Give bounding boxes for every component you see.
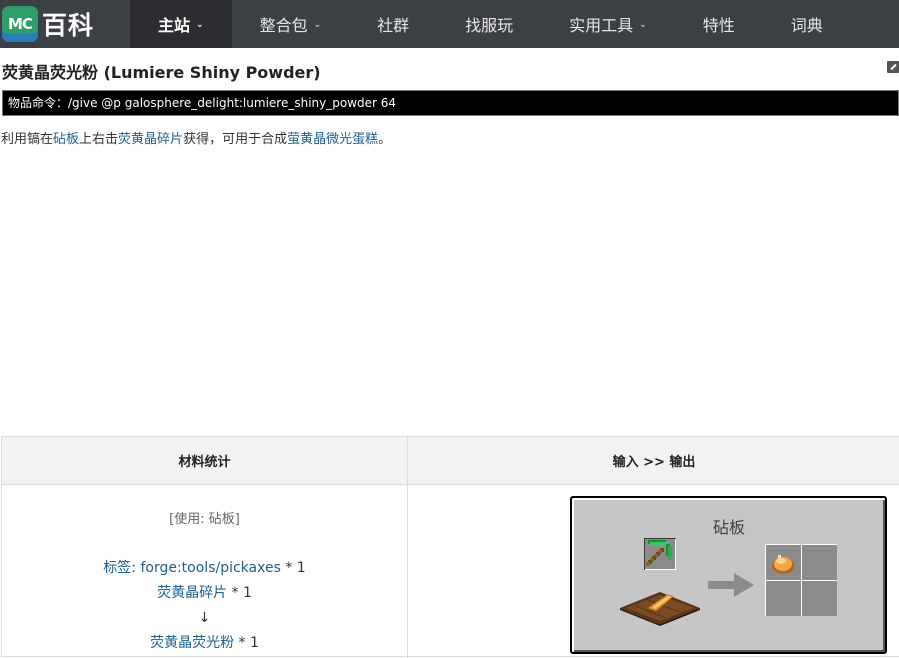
material-link[interactable]: 标签: forge:tools/pickaxes — [103, 560, 281, 576]
item-description: 利用镐在砧板上右击荧黄晶碎片获得，可用于合成萤黄晶微光蛋糕。 — [1, 128, 391, 147]
chevron-down-icon: ⌄ — [639, 20, 647, 30]
nav-item-tools[interactable]: 实用工具 ⌄ — [541, 0, 675, 48]
material-link[interactable]: 荧黄晶碎片 — [157, 585, 227, 601]
io-header: 输入 >> 输出 — [408, 437, 899, 485]
nav-item-label: 社群 — [377, 16, 410, 35]
nav-item-label: 特性 — [702, 16, 735, 35]
nav-item-find-server[interactable]: 找服玩 — [437, 0, 541, 48]
logo-text: 百科 — [42, 11, 95, 40]
desc-text: 。 — [378, 132, 392, 147]
logo-mc-badge: MC — [2, 6, 38, 42]
down-arrow: ↓ — [198, 610, 211, 626]
nav-item-label: 实用工具 — [569, 16, 634, 35]
nav-item-community[interactable]: 社群 — [349, 0, 437, 48]
edit-icon[interactable] — [887, 61, 899, 73]
materials-list: [使用: 砧板] 标签: forge:tools/pickaxes * 1 荧黄… — [2, 485, 407, 656]
output-slot[interactable] — [802, 581, 837, 616]
result-link[interactable]: 荧黄晶荧光粉 — [150, 635, 234, 651]
nav-item-label: 主站 — [158, 16, 191, 35]
chevron-down-icon: ⌄ — [196, 20, 204, 30]
site-logo[interactable]: MC 百科 — [0, 0, 130, 48]
output-grid — [765, 544, 837, 616]
list-item: 荧黄晶碎片 * 1 — [2, 581, 407, 606]
nav-item-label: 找服玩 — [465, 16, 514, 35]
material-qty: * 1 — [227, 585, 252, 601]
nav-item-dictionary[interactable]: 词典 — [763, 0, 851, 48]
powder-icon — [772, 555, 794, 574]
nav-item-main[interactable]: 主站 ⌄ — [130, 0, 232, 48]
materials-header: 材料统计 — [2, 437, 408, 485]
link-cutting-board[interactable]: 砧板 — [53, 132, 79, 147]
command-label: 物品命令： — [8, 96, 69, 110]
output-slot[interactable] — [802, 545, 837, 580]
nav-item-modpacks[interactable]: 整合包 ⌄ — [232, 0, 350, 48]
link-lumiere-cake[interactable]: 萤黄晶微光蛋糕 — [287, 132, 378, 147]
column-divider — [407, 484, 408, 658]
nav-item-features[interactable]: 特性 — [675, 0, 763, 48]
chevron-down-icon: ⌄ — [313, 20, 322, 30]
cutting-board-gui: 砧板 — [570, 496, 887, 654]
nav-item-label: 整合包 — [259, 16, 308, 35]
command-value: /give @p galosphere_delight:lumiere_shin… — [68, 96, 397, 110]
item-command-box[interactable]: 物品命令：/give @p galosphere_delight:lumiere… — [2, 90, 899, 116]
cutting-board-icon — [620, 592, 700, 626]
page-title: 荧黄晶荧光粉 (Lumiere Shiny Powder) — [2, 63, 321, 82]
list-item: 荧黄晶荧光粉 * 1 — [2, 631, 407, 656]
output-slot[interactable] — [766, 581, 801, 616]
tool-slot[interactable] — [644, 538, 676, 570]
output-slot[interactable] — [766, 545, 801, 580]
gui-title: 砧板 — [713, 518, 746, 537]
desc-text: 上右击 — [79, 132, 119, 147]
nav-item-label: 词典 — [790, 16, 823, 35]
result-qty: * 1 — [234, 635, 259, 651]
pickaxe-icon — [646, 540, 672, 566]
arrow-right-icon — [708, 573, 754, 597]
material-qty: * 1 — [280, 560, 306, 576]
desc-text: 获得，可用于合成 — [183, 132, 288, 147]
using-station: [使用: 砧板] — [169, 512, 240, 527]
desc-text: 利用镐在 — [1, 132, 54, 147]
link-lumiere-shard[interactable]: 荧黄晶碎片 — [118, 132, 183, 147]
list-item: 标签: forge:tools/pickaxes * 1 — [2, 556, 407, 581]
top-nav: MC 百科 主站 ⌄ 整合包 ⌄ 社群 找服玩 实用工具 ⌄ 特性 词典 — [0, 0, 899, 48]
